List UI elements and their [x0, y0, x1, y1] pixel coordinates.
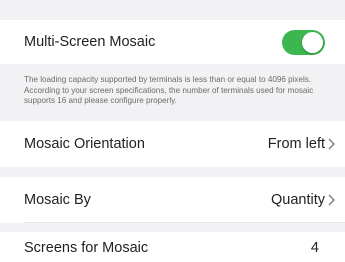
multi-screen-mosaic-label: Multi-Screen Mosaic — [24, 34, 156, 50]
toggle-knob — [302, 31, 323, 53]
mosaic-orientation-label: Mosaic Orientation — [24, 136, 145, 152]
screens-for-mosaic-row[interactable]: Screens for Mosaic 4 — [0, 232, 345, 262]
screens-for-mosaic-label: Screens for Mosaic — [24, 240, 149, 256]
mosaic-by-label: Mosaic By — [24, 192, 91, 208]
chevron-right-icon — [328, 138, 335, 150]
mosaic-settings-screen: Multi-Screen Mosaic The loading capacity… — [0, 0, 345, 262]
mosaic-orientation-row[interactable]: Mosaic Orientation From left — [0, 121, 345, 167]
multi-screen-mosaic-row: Multi-Screen Mosaic — [0, 20, 345, 64]
mosaic-capacity-note: The loading capacity supported by termin… — [0, 64, 345, 121]
screens-for-mosaic-value: 4 — [310, 240, 319, 256]
row-divider — [24, 222, 345, 223]
chevron-right-icon — [328, 194, 335, 206]
mosaic-orientation-value: From left — [267, 136, 325, 152]
mosaic-by-row[interactable]: Mosaic By Quantity — [0, 177, 345, 223]
multi-screen-mosaic-toggle[interactable] — [282, 29, 325, 55]
mosaic-by-value: Quantity — [271, 192, 325, 208]
